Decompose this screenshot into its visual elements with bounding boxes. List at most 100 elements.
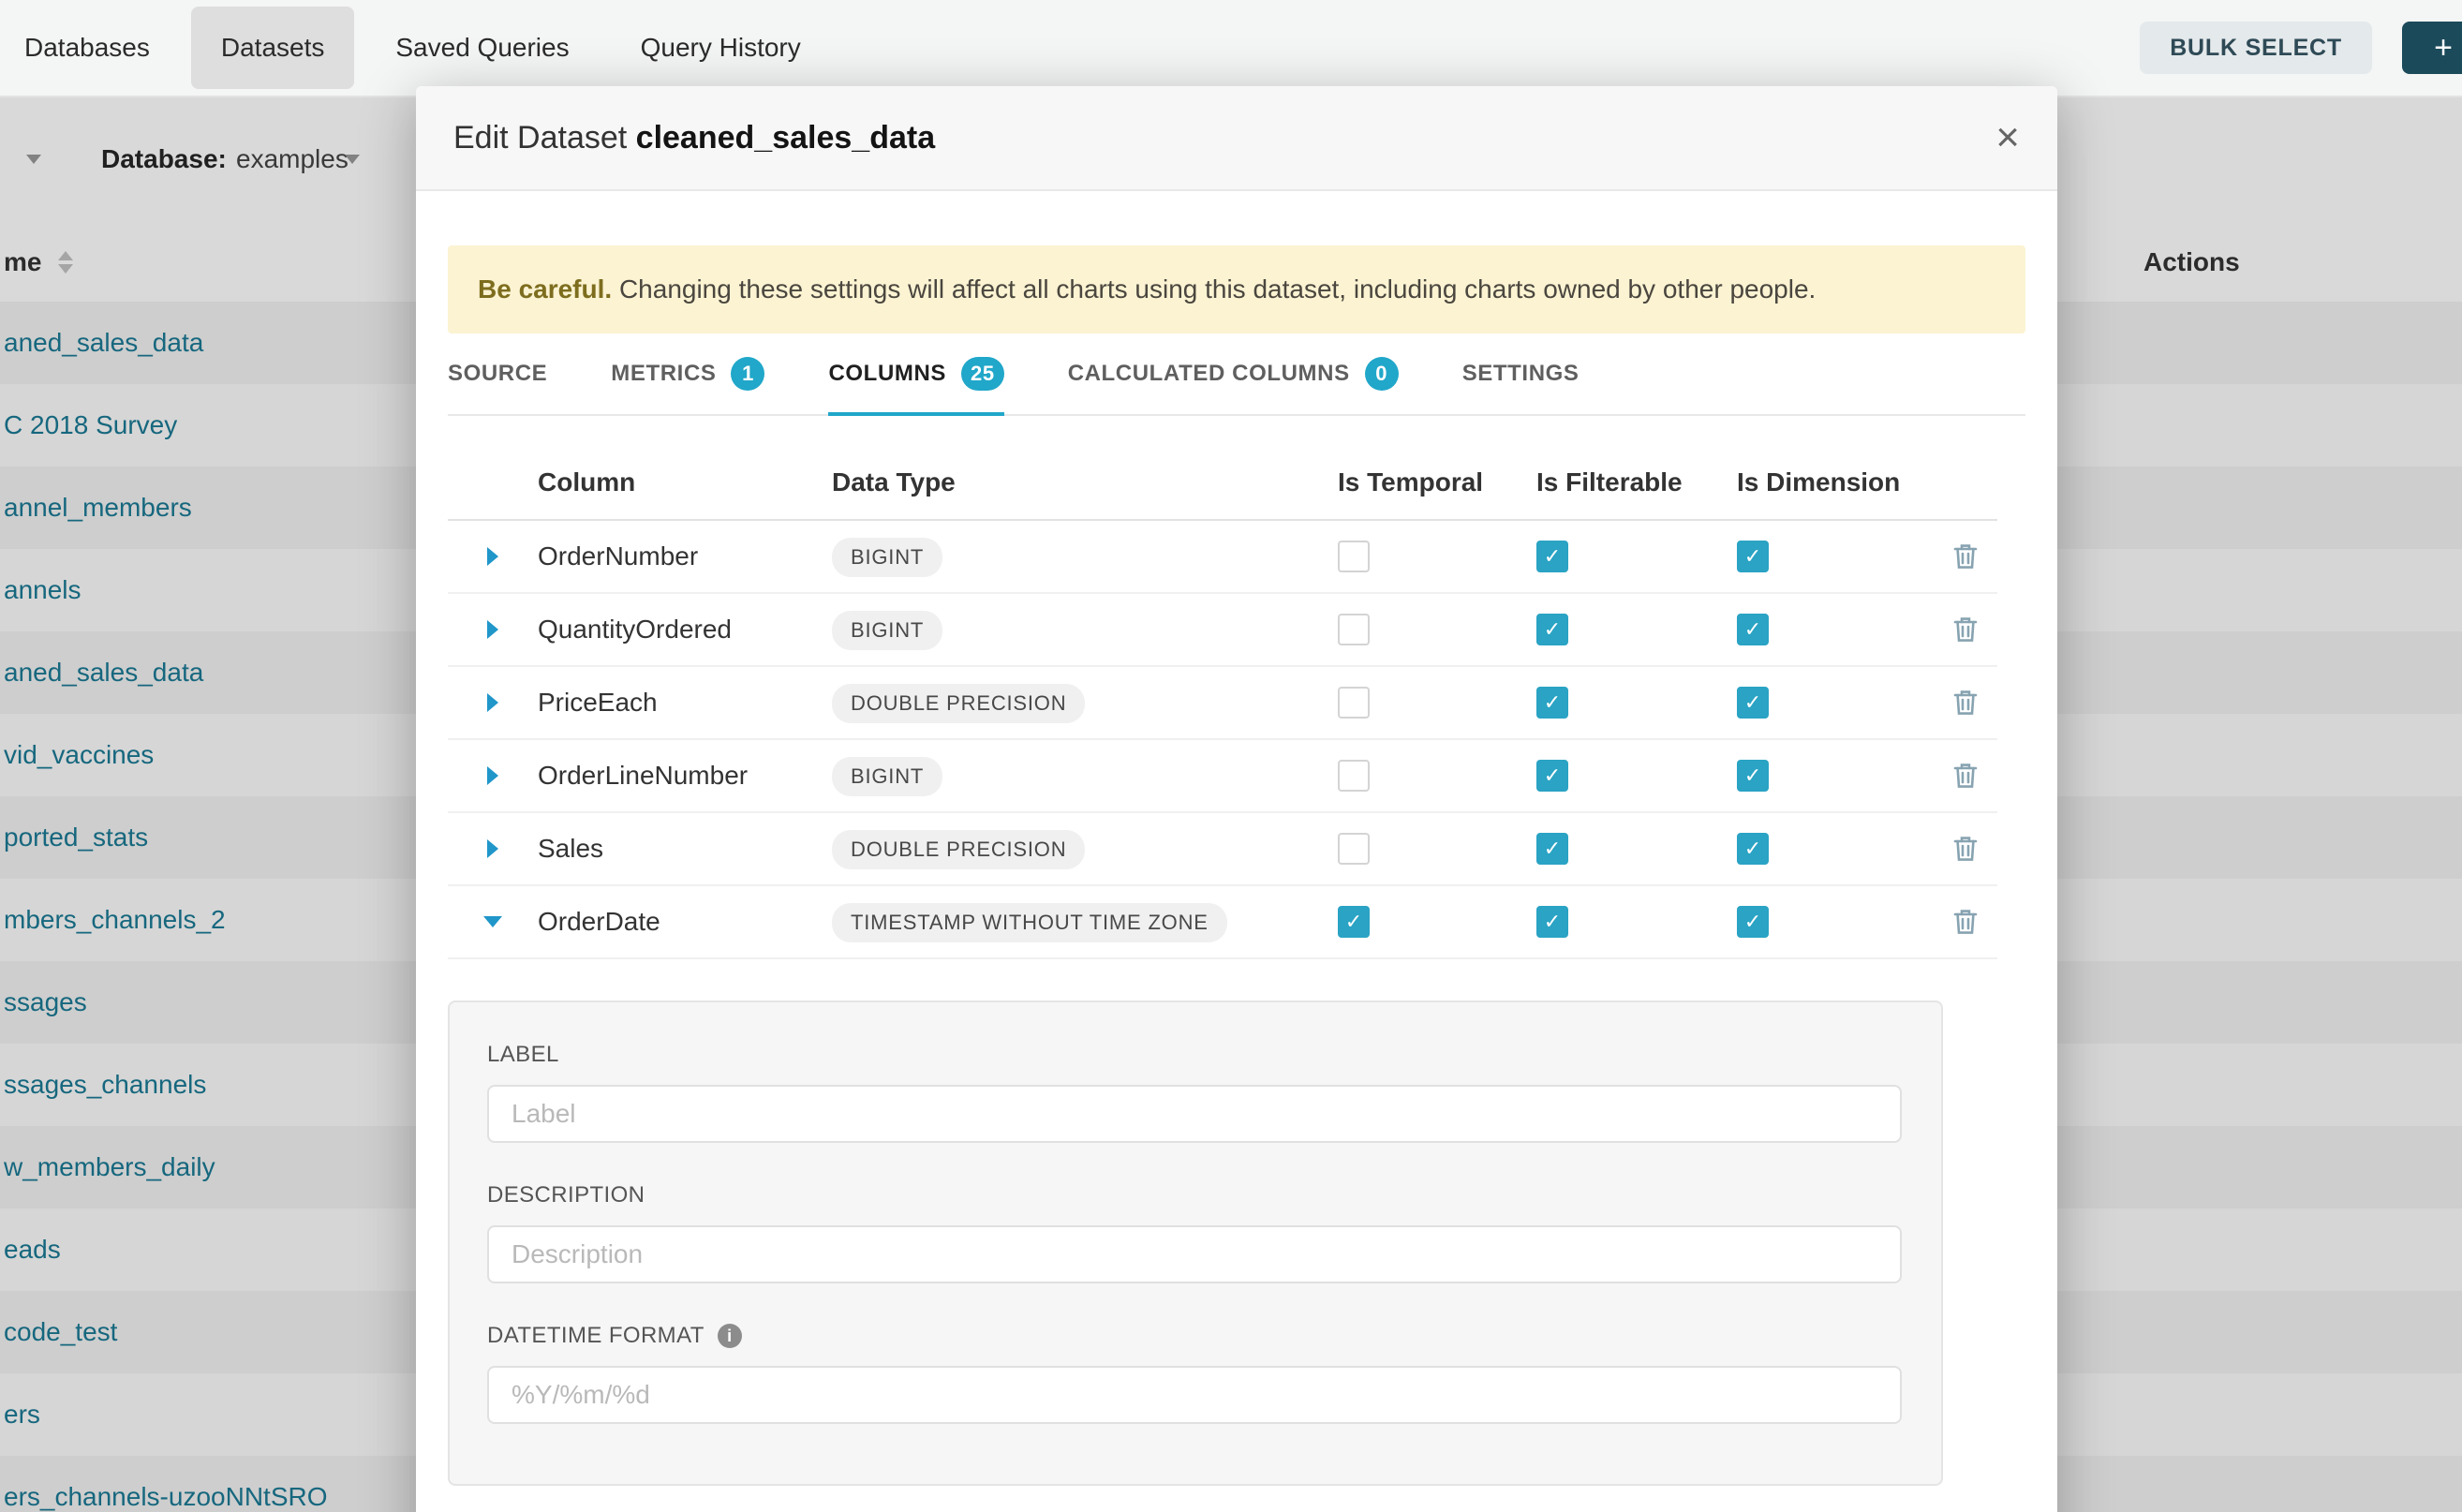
is-filterable-checkbox[interactable]	[1536, 833, 1568, 865]
is-filterable-checkbox[interactable]	[1536, 906, 1568, 938]
is-dimension-checkbox[interactable]	[1737, 833, 1769, 865]
topnav-item[interactable]: Databases	[24, 7, 180, 89]
warning-text: Be careful. Changing these settings will…	[478, 274, 1816, 304]
delete-column-button[interactable]	[1952, 835, 1979, 863]
modal-tab-label: COLUMNS	[828, 361, 946, 387]
modal-tab-label: SETTINGS	[1462, 361, 1580, 387]
expand-caret-cell	[448, 839, 538, 858]
modal-header: Edit Dataset cleaned_sales_data ×	[416, 86, 2057, 191]
is-filterable-checkbox[interactable]	[1536, 760, 1568, 792]
expand-caret-cell	[448, 766, 538, 785]
delete-column-button[interactable]	[1952, 689, 1979, 717]
expand-caret-icon[interactable]	[487, 547, 498, 566]
is-filterable-checkbox[interactable]	[1536, 687, 1568, 719]
expand-caret-cell	[448, 693, 538, 712]
column-header: Column	[538, 467, 832, 497]
expand-caret-icon[interactable]	[487, 839, 498, 858]
app-root: Databases Datasets Saved Queries Query H…	[0, 0, 2462, 1512]
is-temporal-checkbox[interactable]	[1338, 687, 1370, 719]
data-type-pill: BIGINT	[832, 538, 942, 577]
datetime-format-form-group: DATETIME FORMAT i	[487, 1323, 1904, 1424]
modal-tab-label: METRICS	[611, 361, 716, 387]
data-type-cell: BIGINT	[832, 537, 1338, 577]
expand-caret-icon[interactable]	[483, 916, 502, 927]
columns-table-header-row: Column Data Type Is Temporal Is Filterab…	[448, 446, 1997, 521]
data-type-cell: DOUBLE PRECISION	[832, 829, 1338, 869]
expand-caret-icon[interactable]	[487, 693, 498, 712]
column-row: PriceEach DOUBLE PRECISION	[448, 667, 1997, 740]
is-dimension-checkbox[interactable]	[1737, 906, 1769, 938]
columns-table: Column Data Type Is Temporal Is Filterab…	[448, 446, 1997, 959]
label-form-group: LABEL	[487, 1042, 1904, 1143]
trash-icon	[1952, 908, 1979, 936]
column-name: PriceEach	[538, 688, 832, 718]
topnav-item[interactable]: Datasets	[191, 7, 355, 89]
is-temporal-checkbox[interactable]	[1338, 541, 1370, 572]
modal-tab[interactable]: SOURCE	[448, 334, 547, 414]
modal-tab-label: CALCULATED COLUMNS	[1068, 361, 1350, 387]
tab-count-badge: 25	[961, 357, 1004, 391]
is-filterable-checkbox[interactable]	[1536, 614, 1568, 645]
expand-caret-cell	[448, 547, 538, 566]
topnav-item-label: Databases	[24, 33, 150, 63]
data-type-pill: BIGINT	[832, 611, 942, 650]
data-type-cell: BIGINT	[832, 610, 1338, 650]
modal-title-prefix: Edit Dataset	[453, 120, 627, 156]
is-dimension-checkbox[interactable]	[1737, 687, 1769, 719]
modal-tab[interactable]: SETTINGS	[1462, 334, 1580, 414]
expand-caret-icon[interactable]	[487, 620, 498, 639]
topnav-item[interactable]: Query History	[611, 7, 831, 89]
column-detail-panel: LABEL DESCRIPTION DATETIME FORMAT i	[448, 1001, 1943, 1486]
delete-column-button[interactable]	[1952, 762, 1979, 790]
label-input[interactable]	[487, 1085, 1902, 1143]
is-temporal-checkbox[interactable]	[1338, 906, 1370, 938]
is-temporal-header: Is Temporal	[1338, 467, 1536, 497]
expand-caret-icon[interactable]	[487, 766, 498, 785]
modal-tab-label: SOURCE	[448, 361, 547, 387]
topnav-item-label: Datasets	[221, 33, 325, 63]
add-button[interactable]: +	[2402, 22, 2462, 74]
datetime-format-field-label: DATETIME FORMAT i	[487, 1323, 1904, 1349]
is-dimension-checkbox[interactable]	[1737, 541, 1769, 572]
modal-tabs: SOURCE METRICS 1 COLUMNS 25 CALCULATED C…	[448, 334, 2025, 416]
modal-tab[interactable]: COLUMNS 25	[828, 334, 1003, 414]
data-type-cell: DOUBLE PRECISION	[832, 683, 1338, 723]
modal-title: Edit Dataset cleaned_sales_data	[453, 120, 935, 156]
top-navbar: Databases Datasets Saved Queries Query H…	[0, 0, 2462, 97]
close-icon[interactable]: ×	[1995, 117, 2020, 158]
datetime-format-input[interactable]	[487, 1366, 1902, 1424]
data-type-cell: TIMESTAMP WITHOUT TIME ZONE	[832, 902, 1338, 942]
is-temporal-checkbox[interactable]	[1338, 833, 1370, 865]
trash-icon	[1952, 615, 1979, 644]
edit-dataset-modal: Edit Dataset cleaned_sales_data × Be car…	[416, 86, 2057, 1512]
modal-tab[interactable]: METRICS 1	[611, 334, 764, 414]
delete-column-button[interactable]	[1952, 908, 1979, 936]
delete-column-button[interactable]	[1952, 615, 1979, 644]
data-type-pill: BIGINT	[832, 757, 942, 796]
data-type-cell: BIGINT	[832, 756, 1338, 796]
expand-caret-cell	[448, 916, 538, 927]
label-field-label: LABEL	[487, 1042, 1904, 1068]
bulk-select-button[interactable]: BULK SELECT	[2140, 22, 2372, 74]
column-name: QuantityOrdered	[538, 615, 832, 645]
column-row: OrderNumber BIGINT	[448, 521, 1997, 594]
warning-banner: Be careful. Changing these settings will…	[448, 245, 2025, 334]
is-dimension-checkbox[interactable]	[1737, 614, 1769, 645]
is-temporal-checkbox[interactable]	[1338, 614, 1370, 645]
modal-tab[interactable]: CALCULATED COLUMNS 0	[1068, 334, 1399, 414]
delete-column-button[interactable]	[1952, 542, 1979, 571]
column-row: Sales DOUBLE PRECISION	[448, 813, 1997, 886]
expand-caret-cell	[448, 620, 538, 639]
data-type-pill: TIMESTAMP WITHOUT TIME ZONE	[832, 903, 1227, 942]
topnav-item[interactable]: Saved Queries	[365, 7, 599, 89]
warning-strong: Be careful.	[478, 274, 612, 304]
is-temporal-checkbox[interactable]	[1338, 760, 1370, 792]
topnav-right: BULK SELECT +	[2140, 22, 2462, 74]
data-type-pill: DOUBLE PRECISION	[832, 830, 1085, 869]
modal-title-dataset-name: cleaned_sales_data	[636, 120, 935, 156]
is-dimension-header: Is Dimension	[1737, 467, 1924, 497]
trash-icon	[1952, 835, 1979, 863]
is-filterable-checkbox[interactable]	[1536, 541, 1568, 572]
is-dimension-checkbox[interactable]	[1737, 760, 1769, 792]
description-input[interactable]	[487, 1225, 1902, 1283]
